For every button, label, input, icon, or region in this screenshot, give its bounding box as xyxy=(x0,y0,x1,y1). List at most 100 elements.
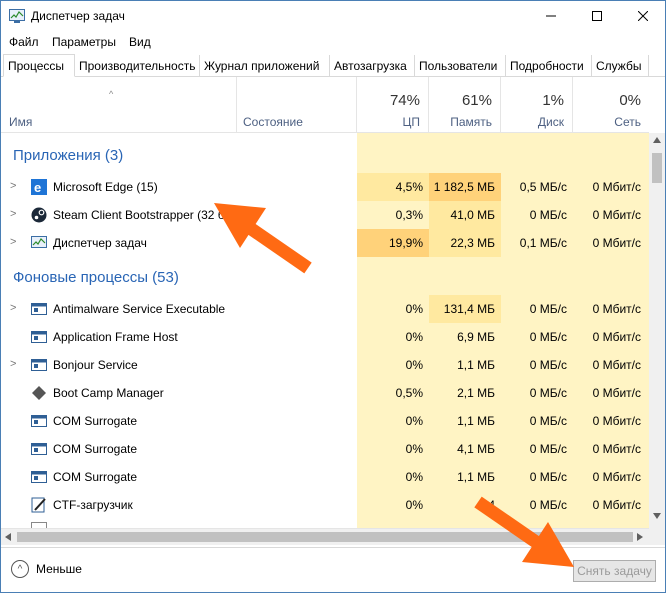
process-row[interactable]: > Bonjour Service 0% 1,1 МБ 0 МБ/с 0 Мби… xyxy=(1,351,649,379)
cpu-value: 0,3% xyxy=(395,208,423,222)
process-row[interactable]: > Antimalware Service Executable 0% 131,… xyxy=(1,295,649,323)
tab-bar: Процессы Производительность Журнал прило… xyxy=(1,54,665,77)
close-icon xyxy=(638,11,648,21)
cpu-cell: 4,5% xyxy=(357,173,429,201)
expand-chevron-icon[interactable]: > xyxy=(10,236,16,248)
cpu-cell: 0,3% xyxy=(357,201,429,229)
tab-services[interactable]: Службы xyxy=(592,55,649,77)
memory-cell: 1 182,5 МБ xyxy=(429,173,501,201)
cpu-value: 0% xyxy=(405,470,423,484)
service-window-icon xyxy=(31,303,47,315)
cpu-label: ЦП xyxy=(402,115,420,129)
memory-value: 1,1 МБ xyxy=(457,470,495,484)
menu-options[interactable]: Параметры xyxy=(52,35,116,49)
tab-startup[interactable]: Автозагрузка xyxy=(330,55,415,77)
process-name: Antimalware Service Executable xyxy=(53,302,226,316)
column-header-row: ^ Имя Состояние 74% ЦП 61% Память 1% Дис… xyxy=(1,77,649,133)
scroll-down-icon[interactable] xyxy=(653,513,661,519)
scroll-right-icon[interactable] xyxy=(637,533,643,541)
network-value: 0 Мбит/с xyxy=(592,498,641,512)
minimize-button[interactable] xyxy=(528,1,574,31)
disk-total: 1% xyxy=(542,92,564,109)
memory-value: 2,1 МБ xyxy=(457,386,495,400)
process-name: Bonjour Service xyxy=(53,358,138,372)
cpu-cell: 19,9% xyxy=(357,229,429,257)
disk-value: 0 МБ/с xyxy=(529,414,567,428)
network-value: 0 Мбит/с xyxy=(592,414,641,428)
expand-chevron-icon[interactable]: > xyxy=(10,302,16,314)
cpu-total: 74% xyxy=(389,92,420,109)
process-row[interactable]: COM Surrogate 0% 4,1 МБ 0 МБ/с 0 Мбит/с xyxy=(1,435,649,463)
menu-file[interactable]: Файл xyxy=(9,35,39,49)
tab-processes[interactable]: Процессы xyxy=(3,54,75,77)
tab-users[interactable]: Пользователи xyxy=(415,55,506,77)
process-row[interactable]: > e Microsoft Edge (15) 4,5% 1 182,5 МБ … xyxy=(1,173,649,201)
process-name: Application Frame Host xyxy=(53,330,178,344)
end-task-button[interactable]: Снять задачу xyxy=(573,560,656,582)
maximize-button[interactable] xyxy=(574,1,620,31)
horizontal-scrollbar[interactable] xyxy=(1,528,649,545)
memory-cell: 131,4 МБ xyxy=(429,295,501,323)
network-value: 0 Мбит/с xyxy=(592,442,641,456)
expand-chevron-icon[interactable]: > xyxy=(10,358,16,370)
disk-value: 0 МБ/с xyxy=(529,330,567,344)
memory-value: 1 182,5 МБ xyxy=(433,180,495,194)
fewer-details-label: Меньше xyxy=(36,562,82,576)
process-row[interactable]: COM Surrogate 0% 1,1 МБ 0 МБ/с 0 Мбит/с xyxy=(1,407,649,435)
process-name: COM Surrogate xyxy=(53,414,138,428)
task-manager-icon xyxy=(9,9,25,23)
process-row[interactable]: Boot Camp Manager 0,5% 2,1 МБ 0 МБ/с 0 М… xyxy=(1,379,649,407)
memory-value: 22,3 МБ xyxy=(450,236,495,250)
process-name: COM Surrogate xyxy=(53,470,138,484)
vertical-scroll-thumb[interactable] xyxy=(652,153,662,183)
tab-details[interactable]: Подробности xyxy=(506,55,592,77)
cpu-value: 0,5% xyxy=(395,386,423,400)
process-name: CTF-загрузчик xyxy=(53,498,133,512)
horizontal-scroll-thumb[interactable] xyxy=(17,532,633,542)
network-value: 0 Мбит/с xyxy=(592,208,641,222)
scroll-left-icon[interactable] xyxy=(5,533,11,541)
cpu-value: 0% xyxy=(405,442,423,456)
window-title: Диспетчер задач xyxy=(31,9,125,23)
disk-value: 0,5 МБ/с xyxy=(519,180,567,194)
service-window-icon xyxy=(31,359,47,371)
column-memory[interactable]: 61% Память xyxy=(429,77,501,132)
network-label: Сеть xyxy=(614,115,641,129)
menu-view[interactable]: Вид xyxy=(129,35,151,49)
process-name: Steam Client Bootstrapper (32 б xyxy=(53,208,225,222)
title-bar: Диспетчер задач xyxy=(1,1,665,31)
column-disk[interactable]: 1% Диск xyxy=(501,77,573,132)
expand-chevron-icon[interactable]: > xyxy=(10,208,16,220)
vertical-scrollbar[interactable] xyxy=(649,133,665,545)
footer-bar: ^ Меньше Снять задачу xyxy=(1,547,665,592)
column-name[interactable]: Имя xyxy=(1,77,237,132)
memory-total: 61% xyxy=(461,92,492,109)
cpu-value: 0% xyxy=(405,358,423,372)
scroll-up-icon[interactable] xyxy=(653,137,661,143)
minimize-icon xyxy=(546,15,556,17)
memory-value: 131,4 МБ xyxy=(443,302,495,316)
disk-value: 0 МБ/с xyxy=(529,442,567,456)
tab-app-history[interactable]: Журнал приложений xyxy=(200,55,330,77)
process-row[interactable]: > Диспетчер задач 19,9% 22,3 МБ 0,1 МБ/с… xyxy=(1,229,649,257)
network-value: 0 Мбит/с xyxy=(592,180,641,194)
disk-value: 0 МБ/с xyxy=(529,498,567,512)
process-name: Microsoft Edge (15) xyxy=(53,180,158,194)
process-row[interactable]: CTF-загрузчик 0% 4,4 0 МБ/с 0 Мбит/с xyxy=(1,491,649,519)
service-window-icon xyxy=(31,331,47,343)
taskmgr-icon xyxy=(31,236,47,248)
fewer-details-button[interactable]: ^ Меньше xyxy=(11,560,82,578)
process-row[interactable]: Application Frame Host 0% 6,9 МБ 0 МБ/с … xyxy=(1,323,649,351)
tab-performance[interactable]: Производительность xyxy=(75,55,200,77)
group-apps-heading: Приложения (3) xyxy=(13,147,124,164)
network-value: 0 Мбит/с xyxy=(592,470,641,484)
process-row[interactable]: > Steam Client Bootstrapper (32 б 0,3% 4… xyxy=(1,201,649,229)
memory-cell: 41,0 МБ xyxy=(429,201,501,229)
column-status[interactable]: Состояние xyxy=(237,77,357,132)
expand-chevron-icon[interactable]: > xyxy=(10,180,16,192)
process-row[interactable]: COM Surrogate 0% 1,1 МБ 0 МБ/с 0 Мбит/с xyxy=(1,463,649,491)
process-name: COM Surrogate xyxy=(53,442,138,456)
close-button[interactable] xyxy=(620,1,666,31)
column-cpu[interactable]: 74% ЦП xyxy=(357,77,429,132)
column-network[interactable]: 0% Сеть xyxy=(573,77,649,132)
